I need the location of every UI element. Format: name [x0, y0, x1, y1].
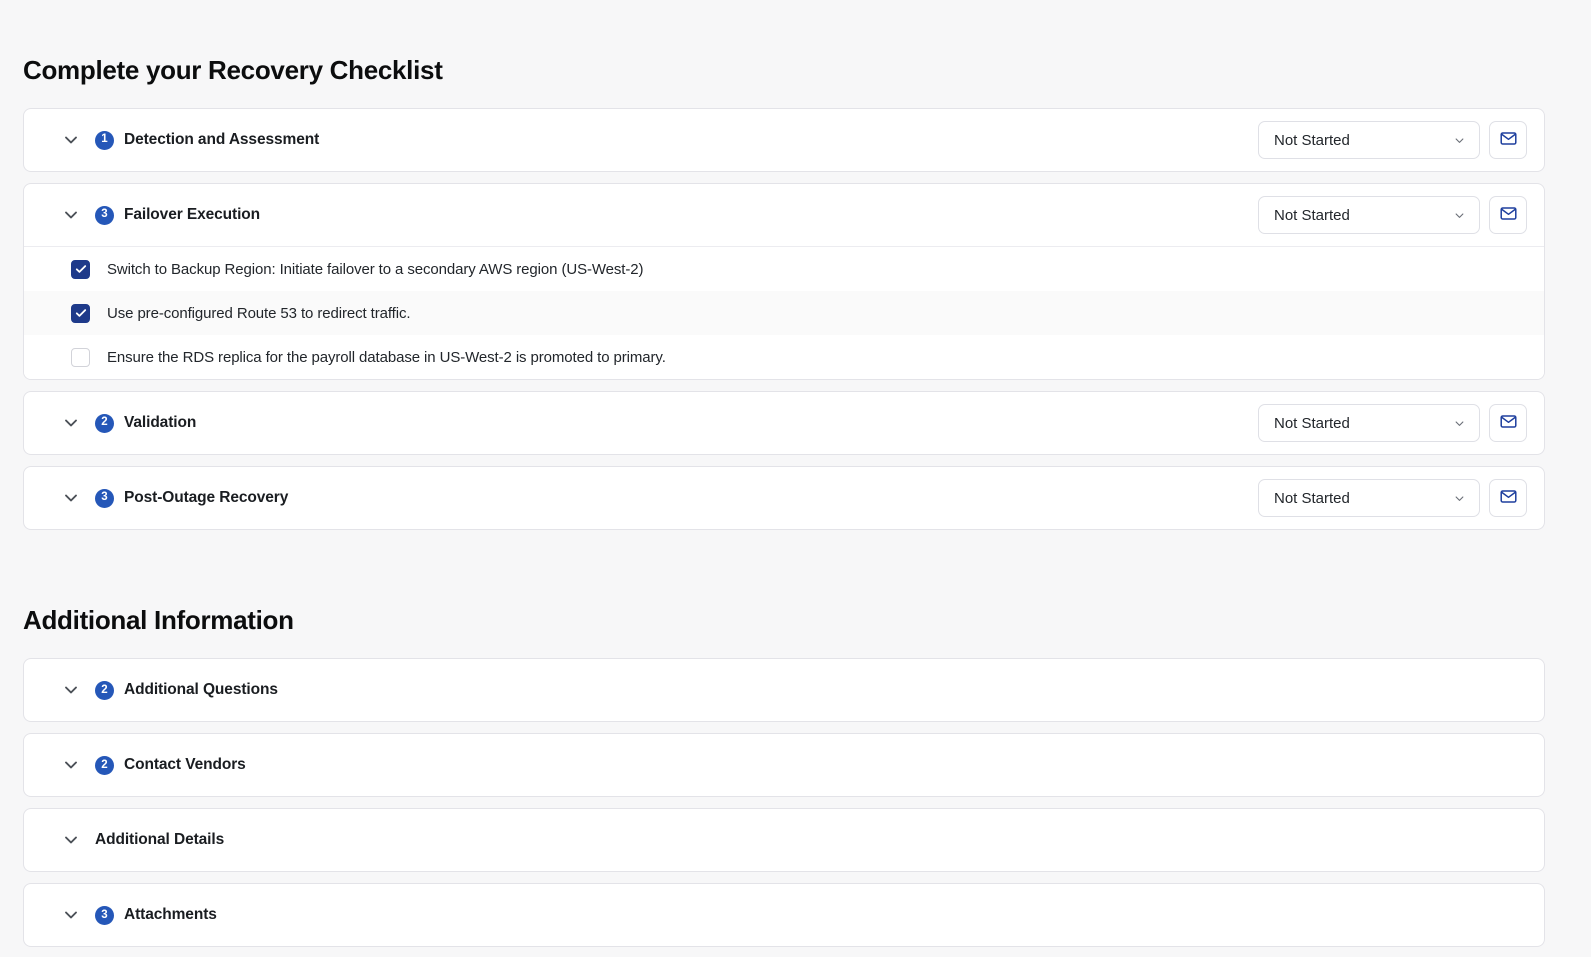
chevron-down-icon — [1451, 132, 1467, 148]
mail-icon — [1499, 412, 1518, 434]
status-select-post-outage-recovery[interactable]: Not Started — [1258, 479, 1480, 518]
task-checkbox-checked[interactable] — [71, 259, 90, 279]
section-count-badge: 3 — [95, 488, 114, 508]
accordion-header-failover-execution[interactable]: 3 Failover Execution Not Started — [24, 184, 1544, 246]
task-row[interactable]: Switch to Backup Region: Initiate failov… — [24, 247, 1544, 292]
chevron-down-icon[interactable] — [60, 679, 82, 701]
chevron-down-icon[interactable] — [60, 204, 82, 226]
status-select-detection-and-assessment[interactable]: Not Started — [1258, 121, 1480, 160]
chevron-down-icon[interactable] — [60, 754, 82, 776]
recovery-checklist-group: 1 Detection and Assessment Not Started 3 Fai… — [23, 108, 1568, 531]
chevron-down-icon — [1451, 490, 1467, 506]
task-checkbox-checked[interactable] — [71, 303, 90, 323]
check-icon — [74, 262, 88, 276]
accordion-card-post-outage-recovery: 3 Post-Outage Recovery Not Started — [23, 466, 1545, 531]
task-row[interactable]: Use pre-configured Route 53 to redirect … — [24, 291, 1544, 336]
mail-icon — [1499, 204, 1518, 226]
accordion-header-attachments[interactable]: 3 Attachments — [24, 884, 1544, 946]
accordion-card-attachments: 3 Attachments — [23, 883, 1545, 948]
chevron-down-icon[interactable] — [60, 487, 82, 509]
section-title-label: Post-Outage Recovery — [124, 489, 289, 507]
task-checkbox-unchecked[interactable] — [71, 347, 90, 367]
chevron-down-icon — [1451, 207, 1467, 223]
accordion-card-failover-execution: 3 Failover Execution Not Started Switch to … — [23, 183, 1545, 381]
status-select-value: Not Started — [1274, 489, 1350, 507]
accordion-card-additional-questions: 2 Additional Questions — [23, 658, 1545, 723]
chevron-down-icon[interactable] — [60, 829, 82, 851]
task-label: Use pre-configured Route 53 to redirect … — [107, 304, 411, 322]
accordion-header-detection-and-assessment[interactable]: 1 Detection and Assessment Not Started — [24, 109, 1544, 171]
section-count-badge: 2 — [95, 755, 114, 775]
chevron-down-icon — [1451, 415, 1467, 431]
section-count-badge: 1 — [95, 130, 114, 150]
section-count-badge: 2 — [95, 680, 114, 700]
section-title-label: Additional Details — [95, 831, 225, 849]
section-title-label: Failover Execution — [124, 206, 261, 224]
checklist-page: Complete your Recovery Checklist 1 Detect… — [0, 0, 1591, 948]
header-controls: Not Started — [1258, 404, 1527, 443]
task-label: Switch to Backup Region: Initiate failov… — [107, 260, 644, 278]
status-select-failover-execution[interactable]: Not Started — [1258, 196, 1480, 235]
accordion-header-additional-questions[interactable]: 2 Additional Questions — [24, 659, 1544, 721]
task-label: Ensure the RDS replica for the payroll d… — [107, 348, 666, 366]
accordion-header-post-outage-recovery[interactable]: 3 Post-Outage Recovery Not Started — [24, 467, 1544, 529]
accordion-card-validation: 2 Validation Not Started — [23, 391, 1545, 456]
accordion-header-validation[interactable]: 2 Validation Not Started — [24, 392, 1544, 454]
send-email-button-post-outage-recovery[interactable] — [1489, 479, 1527, 518]
section-count-badge: 3 — [95, 905, 114, 925]
accordion-card-detection-and-assessment: 1 Detection and Assessment Not Started — [23, 108, 1545, 173]
send-email-button-failover-execution[interactable] — [1489, 196, 1527, 235]
status-select-value: Not Started — [1274, 206, 1350, 224]
task-row[interactable]: Ensure the RDS replica for the payroll d… — [24, 335, 1544, 380]
send-email-button-detection-and-assessment[interactable] — [1489, 121, 1527, 160]
section-count-badge: 3 — [95, 205, 114, 225]
section-title-label: Attachments — [124, 906, 217, 924]
status-select-value: Not Started — [1274, 414, 1350, 432]
header-controls: Not Started — [1258, 121, 1527, 160]
status-select-validation[interactable]: Not Started — [1258, 404, 1480, 443]
section-title-label: Additional Questions — [124, 681, 278, 699]
status-select-value: Not Started — [1274, 131, 1350, 149]
accordion-header-contact-vendors[interactable]: 2 Contact Vendors — [24, 734, 1544, 796]
additional-information-title: Additional Information — [23, 605, 294, 636]
page-title: Complete your Recovery Checklist — [23, 55, 443, 85]
accordion-card-additional-details: Additional Details — [23, 808, 1545, 873]
send-email-button-validation[interactable] — [1489, 404, 1527, 443]
section-title-label: Contact Vendors — [124, 756, 246, 774]
mail-icon — [1499, 129, 1518, 151]
section-count-badge: 2 — [95, 413, 114, 433]
header-controls: Not Started — [1258, 196, 1527, 235]
accordion-header-additional-details[interactable]: Additional Details — [24, 809, 1544, 871]
chevron-down-icon[interactable] — [60, 412, 82, 434]
accordion-card-contact-vendors: 2 Contact Vendors — [23, 733, 1545, 798]
section-title-label: Detection and Assessment — [124, 131, 320, 149]
chevron-down-icon[interactable] — [60, 904, 82, 926]
task-list: Switch to Backup Region: Initiate failov… — [24, 246, 1544, 380]
header-controls: Not Started — [1258, 479, 1527, 518]
chevron-down-icon[interactable] — [60, 129, 82, 151]
section-title-label: Validation — [124, 414, 197, 432]
additional-information-group: 2 Additional Questions 2 Contact Vendors Add… — [23, 658, 1568, 948]
mail-icon — [1499, 487, 1518, 509]
check-icon — [74, 306, 88, 320]
